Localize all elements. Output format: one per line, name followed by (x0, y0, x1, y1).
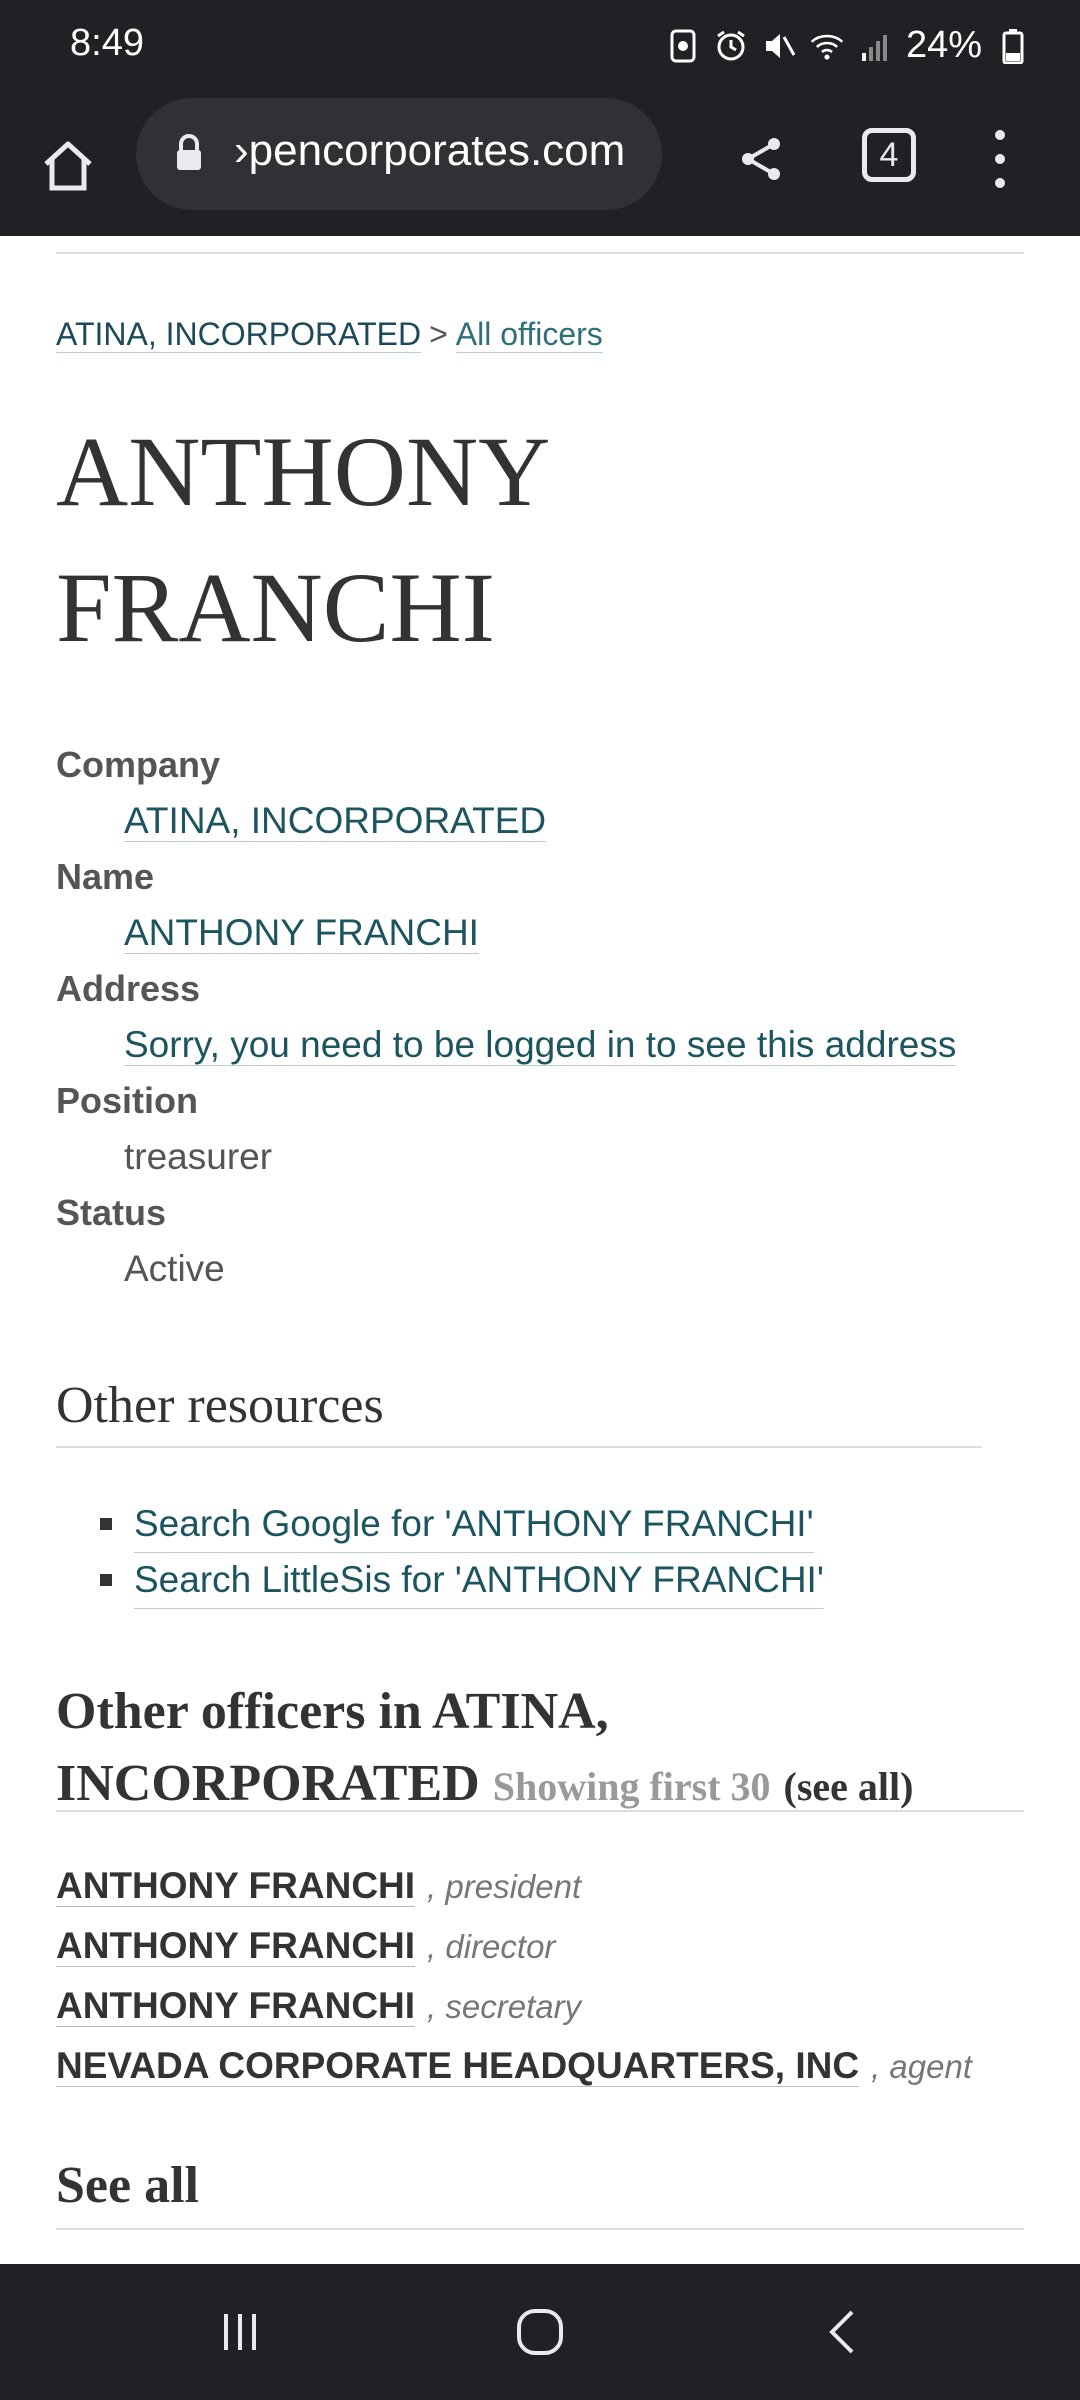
see-all-paren: (see all) (783, 1764, 914, 1809)
position-label: Position (56, 1080, 198, 1121)
breadcrumb-separator: > (429, 316, 448, 352)
share-icon (742, 138, 780, 180)
breadcrumb-all-officers-link[interactable]: All officers (455, 316, 603, 353)
company-link[interactable]: ATINA, INCORPORATED (124, 800, 547, 842)
home-nav-button[interactable] (508, 2300, 572, 2364)
officers-list: ANTHONY FRANCHI , president ANTHONY FRANC… (56, 1856, 1056, 2096)
list-item: ANTHONY FRANCHI , president (56, 1856, 1056, 1916)
list-item: NEVADA CORPORATE HEADQUARTERS, INC , agen… (56, 2036, 1056, 2096)
other-resources-heading: Other resources (56, 1377, 384, 1434)
navigation-bar (0, 2264, 1080, 2400)
list-item: Search LittleSis for 'ANTHONY FRANCHI' (100, 1552, 824, 1609)
menu-dot (995, 178, 1005, 188)
see-all-heading: See all (56, 2157, 199, 2214)
officer-name-link[interactable]: ANTHONY FRANCHI (56, 1925, 416, 1967)
back-button[interactable] (812, 2300, 876, 2364)
officer-name-link[interactable]: ANTHONY FRANCHI (56, 1865, 416, 1907)
officer-name-link[interactable]: NEVADA CORPORATE HEADQUARTERS, INC (56, 2045, 860, 2087)
url-bar[interactable]: ›pencorporates.com (136, 98, 662, 210)
divider (56, 1810, 1024, 1812)
menu-button[interactable] (980, 124, 1020, 194)
divider (56, 2228, 1024, 2230)
recents-button[interactable] (208, 2300, 272, 2364)
officer-role: , director (427, 1928, 556, 1965)
browser-toolbar: ›pencorporates.com 4 (0, 96, 1080, 236)
see-all-link[interactable]: see all (797, 1764, 900, 1809)
officer-role: , secretary (427, 1988, 582, 2025)
alarm-icon (714, 27, 748, 65)
status-bar: 8:49 24% (0, 0, 1080, 96)
officer-name-link[interactable]: ANTHONY FRANCHI (56, 1985, 416, 2027)
signal-icon (858, 27, 892, 65)
showing-count: Showing first 30 (492, 1764, 771, 1809)
menu-dot (995, 130, 1005, 140)
lock-icon (177, 134, 201, 170)
search-google-link[interactable]: Search Google for 'ANTHONY FRANCHI' (134, 1496, 814, 1553)
list-item: ANTHONY FRANCHI , director (56, 1916, 1056, 1976)
bullet (100, 1518, 112, 1530)
battery-icon (996, 27, 1030, 65)
address-login-link[interactable]: Sorry, you need to be logged in to see t… (124, 1024, 957, 1066)
other-officers-heading: Other officers in ATINA, INCORPORATED Sh… (56, 1676, 1036, 1823)
wifi-icon (810, 27, 844, 65)
share-button[interactable] (726, 124, 796, 194)
list-item: ANTHONY FRANCHI , secretary (56, 1976, 1056, 2036)
breadcrumb: ATINA, INCORPORATED > All officers (56, 316, 603, 353)
back-icon (829, 2310, 854, 2354)
position-value: treasurer (124, 1136, 273, 1177)
status-icons: 24% (666, 24, 1030, 67)
name-label: Name (56, 856, 155, 897)
company-label: Company (56, 744, 221, 785)
home-button[interactable] (30, 128, 106, 204)
list-item: Search Google for 'ANTHONY FRANCHI' (100, 1496, 824, 1553)
status-value: Active (124, 1248, 225, 1289)
url-text: ›pencorporates.com (234, 126, 626, 175)
company-value: ATINA, INCORPORATED (56, 794, 1056, 848)
mute-icon (762, 27, 796, 65)
officer-role: , agent (871, 2048, 972, 2085)
divider (56, 1446, 982, 1448)
address-label: Address (56, 968, 201, 1009)
status-time: 8:49 (70, 22, 144, 64)
resources-list: Search Google for 'ANTHONY FRANCHI' Sear… (100, 1496, 824, 1609)
search-littlesis-link[interactable]: Search LittleSis for 'ANTHONY FRANCHI' (134, 1552, 824, 1609)
home-circle-icon (517, 2309, 563, 2355)
tabs-button[interactable]: 4 (862, 128, 916, 182)
divider (56, 252, 1024, 254)
home-icon (44, 141, 92, 191)
officer-details: Company ATINA, INCORPORATED Name ANTHONY… (56, 736, 1056, 1296)
officer-role: , president (427, 1868, 582, 1905)
page-title: ANTHONY FRANCHI (56, 416, 547, 663)
status-label: Status (56, 1192, 167, 1233)
recents-icon (224, 2314, 256, 2350)
screenshot-icon (666, 27, 700, 65)
battery-percent: 24% (905, 24, 982, 66)
breadcrumb-company-link[interactable]: ATINA, INCORPORATED (56, 316, 422, 353)
page-content: ATINA, INCORPORATED > All officers ANTHONY… (0, 236, 1080, 2264)
address-value: Sorry, you need to be logged in to see t… (56, 1018, 1056, 1072)
name-value: ANTHONY FRANCHI (56, 906, 1056, 960)
name-link[interactable]: ANTHONY FRANCHI (124, 912, 479, 954)
bullet (100, 1574, 112, 1586)
menu-dot (995, 154, 1005, 164)
